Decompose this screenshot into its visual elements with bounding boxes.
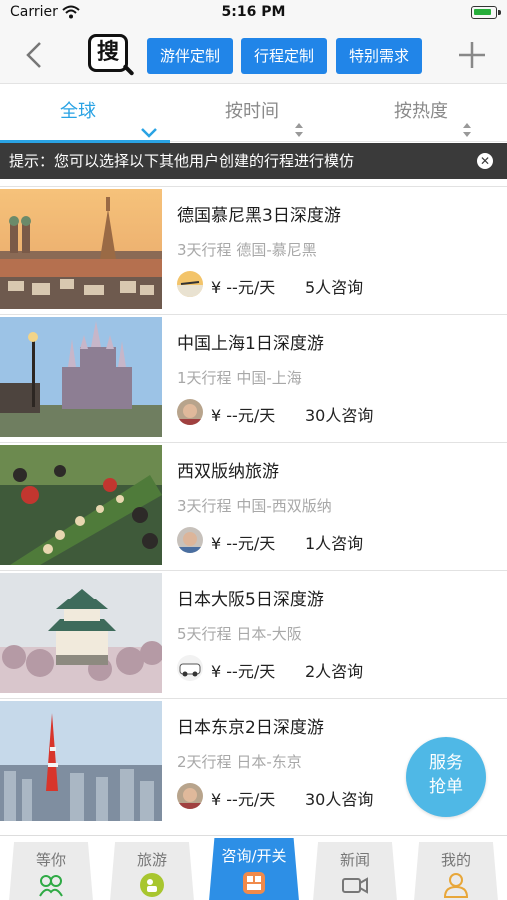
tab-label: 我的 bbox=[440, 851, 471, 869]
trip-meta: 5天行程 日本-大阪 bbox=[177, 625, 302, 643]
person-icon bbox=[443, 872, 469, 898]
filter-by-time[interactable]: 按时间 bbox=[225, 84, 315, 142]
avatar bbox=[177, 655, 203, 681]
consult-count: 1人咨询 bbox=[305, 534, 364, 553]
trip-image-munich bbox=[0, 189, 162, 309]
filter-global[interactable]: 全球 bbox=[0, 84, 170, 143]
consult-count: 2人咨询 bbox=[305, 662, 364, 681]
tab-label: 咨询/开关 bbox=[221, 847, 287, 865]
tab-travel[interactable]: 旅游 bbox=[110, 842, 194, 900]
tab-news[interactable]: 新闻 bbox=[313, 842, 397, 900]
status-bar: Carrier 5:16 PM bbox=[0, 0, 507, 26]
filter-by-popularity[interactable]: 按热度 bbox=[394, 84, 484, 142]
avatar bbox=[177, 783, 203, 809]
trip-title: 西双版纳旅游 bbox=[177, 462, 279, 482]
trip-price: ¥ --元/天 bbox=[211, 534, 276, 553]
back-arrow-icon[interactable] bbox=[20, 40, 50, 70]
trip-meta: 2天行程 日本-东京 bbox=[177, 753, 302, 771]
travel-icon bbox=[139, 872, 165, 898]
plus-icon[interactable] bbox=[457, 40, 487, 70]
navigation-bar: 搜 游伴定制 行程定制 特别需求 bbox=[0, 26, 507, 84]
trip-price: ¥ --元/天 bbox=[211, 790, 276, 809]
itinerary-custom-button[interactable]: 行程定制 bbox=[241, 38, 327, 74]
trip-title: 中国上海1日深度游 bbox=[177, 334, 324, 354]
consult-icon bbox=[241, 870, 267, 896]
trip-meta: 3天行程 德国-慕尼黑 bbox=[177, 241, 317, 259]
close-icon[interactable]: ✕ bbox=[477, 153, 493, 169]
list-item[interactable]: 中国上海1日深度游 1天行程 中国-上海 ¥ --元/天 30人咨询 bbox=[0, 314, 507, 442]
group-icon bbox=[38, 872, 64, 898]
tab-mine[interactable]: 我的 bbox=[414, 842, 498, 900]
battery-icon bbox=[471, 6, 501, 19]
trip-image-xishuangbanna bbox=[0, 445, 162, 565]
trip-meta: 3天行程 中国-西双版纳 bbox=[177, 497, 332, 515]
avatar bbox=[177, 271, 203, 297]
trip-price: ¥ --元/天 bbox=[211, 662, 276, 681]
trip-list: 德国慕尼黑3日深度游 3天行程 德国-慕尼黑 ¥ --元/天 5人咨询 中国上海… bbox=[0, 186, 507, 826]
search-logo-icon[interactable]: 搜 bbox=[88, 34, 136, 78]
tip-banner: 提示：您可以选择以下其他用户创建的行程进行模仿 ✕ bbox=[0, 143, 507, 179]
trip-image-tokyo bbox=[0, 701, 162, 821]
tip-text: 提示：您可以选择以下其他用户创建的行程进行模仿 bbox=[9, 152, 355, 170]
tab-consult-switch[interactable]: 咨询/开关 bbox=[209, 838, 299, 900]
companion-custom-button[interactable]: 游伴定制 bbox=[147, 38, 233, 74]
tab-bar: 等你 旅游 咨询/开关 新闻 我的 bbox=[0, 835, 507, 900]
tab-label: 等你 bbox=[35, 851, 66, 869]
trip-title: 日本大阪5日深度游 bbox=[177, 590, 324, 610]
fab-line-2: 抢单 bbox=[429, 777, 463, 797]
filter-global-label: 全球 bbox=[60, 101, 96, 122]
tab-waiting[interactable]: 等你 bbox=[9, 842, 93, 900]
avatar bbox=[177, 527, 203, 553]
clock: 5:16 PM bbox=[221, 4, 286, 20]
consult-count: 5人咨询 bbox=[305, 278, 364, 297]
filter-bar: 全球 按时间 按热度 bbox=[0, 84, 507, 143]
trip-title: 德国慕尼黑3日深度游 bbox=[177, 206, 341, 226]
avatar bbox=[177, 399, 203, 425]
trip-price: ¥ --元/天 bbox=[211, 278, 276, 297]
video-camera-icon bbox=[342, 872, 368, 898]
fab-line-1: 服务 bbox=[429, 753, 463, 773]
tab-label: 新闻 bbox=[339, 851, 370, 869]
list-item[interactable]: 德国慕尼黑3日深度游 3天行程 德国-慕尼黑 ¥ --元/天 5人咨询 bbox=[0, 186, 507, 314]
service-grab-order-button[interactable]: 服务 抢单 bbox=[406, 737, 486, 817]
consult-count: 30人咨询 bbox=[305, 790, 374, 809]
trip-image-shanghai bbox=[0, 317, 162, 437]
trip-price: ¥ --元/天 bbox=[211, 406, 276, 425]
consult-count: 30人咨询 bbox=[305, 406, 374, 425]
trip-image-osaka bbox=[0, 573, 162, 693]
filter-time-label: 按时间 bbox=[225, 101, 279, 122]
tab-label: 旅游 bbox=[136, 851, 167, 869]
trip-meta: 1天行程 中国-上海 bbox=[177, 369, 302, 387]
list-item[interactable]: 日本大阪5日深度游 5天行程 日本-大阪 ¥ --元/天 2人咨询 bbox=[0, 570, 507, 698]
trip-title: 日本东京2日深度游 bbox=[177, 718, 324, 738]
list-item[interactable]: 西双版纳旅游 3天行程 中国-西双版纳 ¥ --元/天 1人咨询 bbox=[0, 442, 507, 570]
special-request-button[interactable]: 特别需求 bbox=[336, 38, 422, 74]
filter-popularity-label: 按热度 bbox=[394, 101, 448, 122]
